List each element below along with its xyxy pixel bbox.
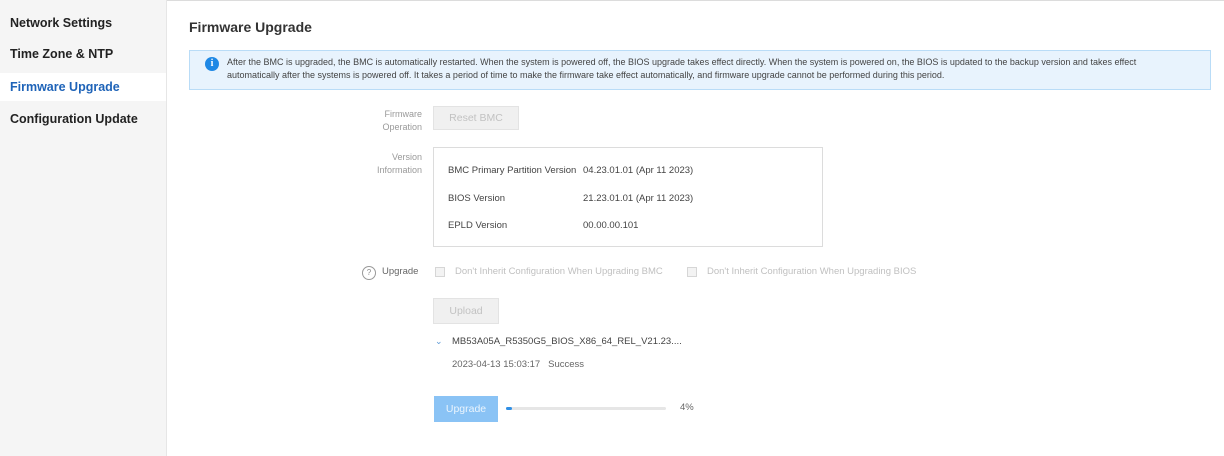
no-inherit-bmc-checkbox[interactable] (435, 267, 445, 277)
page-title: Firmware Upgrade (189, 19, 312, 35)
no-inherit-bmc-label: Don't Inherit Configuration When Upgradi… (455, 266, 663, 277)
upgrade-label: Upgrade (382, 266, 419, 277)
upload-timestamp: 2023-04-13 15:03:17 (452, 359, 541, 370)
firmware-operation-label: Firmware Operation (352, 108, 422, 134)
upload-status: Success (548, 359, 585, 370)
notice-text: After the BMC is upgraded, the BMC is au… (227, 57, 1137, 80)
sidebar-item-network-settings[interactable]: Network Settings (0, 10, 166, 36)
version-information-panel: BMC Primary Partition Version 04.23.01.0… (433, 147, 823, 247)
sidebar-item-configuration-update[interactable]: Configuration Update (0, 106, 166, 132)
sidebar: Network Settings Time Zone & NTP Firmwar… (0, 0, 167, 456)
upgrade-progress-text: 4% (680, 402, 694, 413)
firmware-operation-label-line1: Firmware (384, 109, 423, 119)
upgrade-progress-bar (506, 407, 666, 410)
sidebar-item-firmware-upgrade[interactable]: Firmware Upgrade (0, 73, 166, 101)
help-icon[interactable]: ? (362, 266, 376, 280)
no-inherit-bios-label: Don't Inherit Configuration When Upgradi… (707, 266, 917, 277)
uploaded-file-name: MB53A05A_R5350G5_BIOS_X86_64_REL_V21.23.… (452, 336, 682, 347)
sidebar-item-time-zone-ntp[interactable]: Time Zone & NTP (0, 41, 166, 67)
bios-version-label: BIOS Version (448, 193, 506, 204)
firmware-operation-label-line2: Operation (382, 122, 422, 132)
version-information-label-line2: Information (376, 165, 422, 175)
epld-version-label: EPLD Version (448, 220, 508, 231)
bios-version-value: 21.23.01.01 (Apr 11 2023) (583, 193, 694, 204)
bmc-version-value: 04.23.01.01 (Apr 11 2023) (583, 165, 694, 176)
top-divider (0, 0, 1224, 1)
reset-bmc-button[interactable]: Reset BMC (433, 106, 519, 130)
bmc-version-label: BMC Primary Partition Version (448, 165, 577, 176)
upgrade-progress-fill (506, 407, 513, 410)
epld-version-value: 00.00.00.101 (583, 220, 639, 231)
upload-button[interactable]: Upload (433, 298, 499, 324)
version-information-label: Version Information (352, 151, 422, 177)
chevron-down-icon[interactable]: ⌄ (435, 336, 443, 347)
info-notice: i After the BMC is upgraded, the BMC is … (189, 50, 1211, 90)
info-icon: i (205, 57, 219, 71)
no-inherit-bios-checkbox[interactable] (687, 267, 697, 277)
version-information-label-line1: Version (391, 152, 422, 162)
upgrade-button[interactable]: Upgrade (434, 396, 498, 422)
uploaded-file-meta: 2023-04-13 15:03:17 Success (452, 359, 584, 370)
